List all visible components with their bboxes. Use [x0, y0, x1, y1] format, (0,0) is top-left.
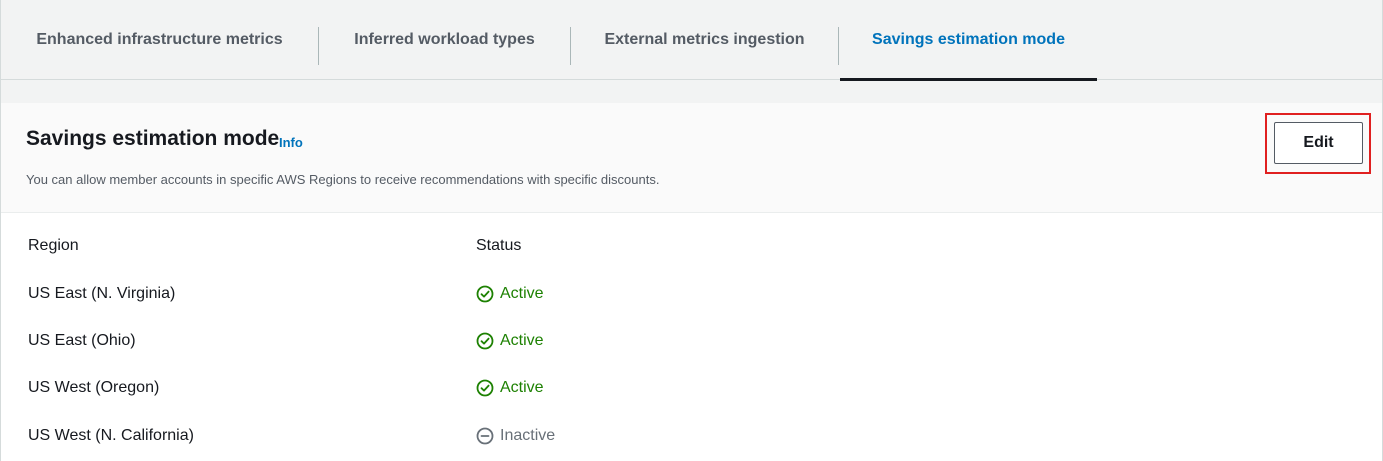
- tab-bar: Enhanced infrastructure metrics Inferred…: [1, 0, 1382, 81]
- status-label: Active: [500, 332, 544, 349]
- tab-label: Savings estimation mode: [872, 31, 1065, 48]
- status-stopped-icon: [476, 427, 494, 445]
- column-header-region: Region: [28, 237, 79, 254]
- panel-header: Savings estimation mode Info You can all…: [1, 103, 1382, 213]
- tab-label: Enhanced infrastructure metrics: [36, 31, 283, 48]
- region-cell: US East (Ohio): [28, 332, 136, 349]
- savings-estimation-panel: Savings estimation mode Info You can all…: [1, 103, 1382, 461]
- status-cell: Active: [476, 332, 544, 350]
- status-label: Inactive: [500, 427, 556, 444]
- edit-button[interactable]: Edit: [1274, 122, 1363, 164]
- tab-divider: [838, 27, 839, 65]
- tab-label: External metrics ingestion: [604, 31, 805, 48]
- info-link[interactable]: Info: [279, 135, 303, 150]
- column-header-status: Status: [476, 237, 522, 254]
- tab-inferred-workload-types[interactable]: Inferred workload types: [319, 0, 570, 80]
- active-tab-indicator: [840, 78, 1097, 81]
- panel-title: Savings estimation mode: [26, 127, 280, 150]
- status-positive-icon: [476, 285, 494, 303]
- tab-label: Inferred workload types: [354, 31, 535, 48]
- status-label: Active: [500, 285, 544, 302]
- region-cell: US East (N. Virginia): [28, 285, 176, 302]
- status-cell: Active: [476, 285, 544, 303]
- tab-savings-estimation-mode[interactable]: Savings estimation mode: [840, 0, 1097, 81]
- tab-enhanced-infrastructure-metrics[interactable]: Enhanced infrastructure metrics: [1, 0, 318, 80]
- region-cell: US West (Oregon): [28, 379, 160, 396]
- status-cell: Active: [476, 379, 544, 397]
- status-positive-icon: [476, 332, 494, 350]
- region-cell: US West (N. California): [28, 427, 194, 444]
- tab-external-metrics-ingestion[interactable]: External metrics ingestion: [571, 0, 838, 80]
- status-positive-icon: [476, 379, 494, 397]
- status-cell: Inactive: [476, 427, 555, 445]
- panel-description: You can allow member accounts in specifi…: [26, 172, 660, 187]
- status-label: Active: [500, 379, 544, 396]
